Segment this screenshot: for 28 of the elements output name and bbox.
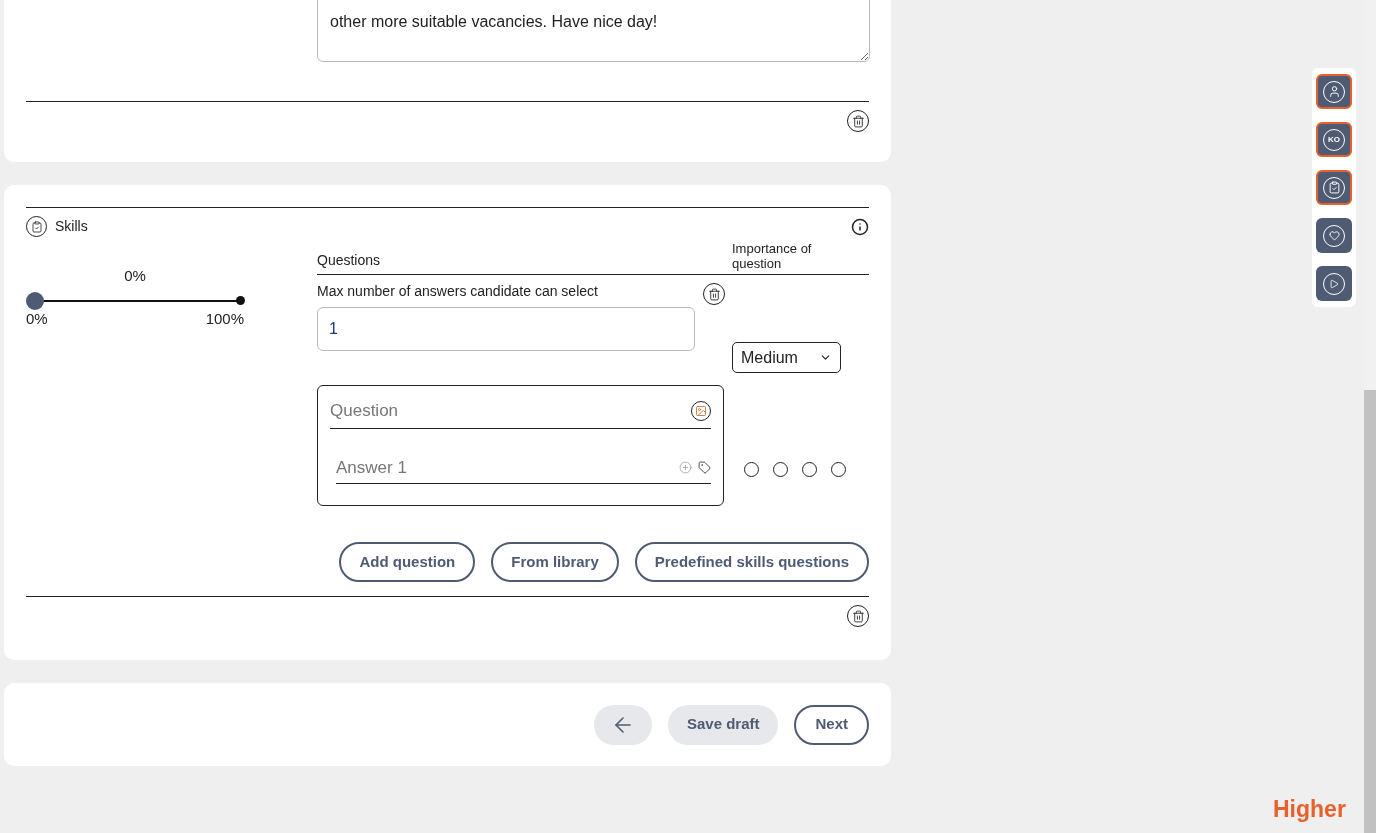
info-icon bbox=[851, 217, 869, 236]
max-label: 100% bbox=[205, 309, 244, 328]
field-label: Max number of answers candidate can select bbox=[317, 282, 599, 301]
brand-logo: Higher bbox=[1273, 798, 1346, 821]
slider-thumb[interactable] bbox=[26, 291, 44, 310]
max-answers-field[interactable]: 1 bbox=[317, 307, 695, 351]
min-label: 0% bbox=[26, 309, 48, 328]
question-field[interactable]: Question bbox=[330, 398, 691, 424]
weight-reading: 0% bbox=[124, 266, 146, 286]
side-nav-button[interactable] bbox=[1316, 74, 1352, 109]
column-header: Importance of question bbox=[732, 241, 813, 271]
section-title: Skills bbox=[55, 217, 88, 236]
side-nav-button[interactable]: KO bbox=[1316, 122, 1352, 157]
message-field[interactable]: other more suitable vacancies. Have nice day! bbox=[317, 0, 870, 62]
action-button[interactable]: From library bbox=[491, 542, 619, 582]
answer-field[interactable]: Answer 1 bbox=[336, 454, 679, 480]
column-header: Questions bbox=[317, 251, 382, 270]
save-draft-button[interactable]: Save draft bbox=[667, 704, 779, 745]
action-button[interactable]: Predefined skills questions bbox=[634, 542, 869, 582]
tag-icon[interactable] bbox=[698, 460, 711, 474]
importance-select[interactable]: Medium bbox=[732, 342, 841, 373]
side-nav-button[interactable] bbox=[1316, 218, 1352, 253]
next-button[interactable]: Next bbox=[794, 704, 869, 745]
side-nav-button[interactable] bbox=[1316, 170, 1352, 205]
back-button[interactable] bbox=[593, 704, 652, 745]
side-nav-button[interactable] bbox=[1316, 266, 1352, 301]
scrollbar-thumb[interactable] bbox=[1364, 390, 1376, 833]
action-button[interactable]: Add question bbox=[339, 542, 476, 582]
